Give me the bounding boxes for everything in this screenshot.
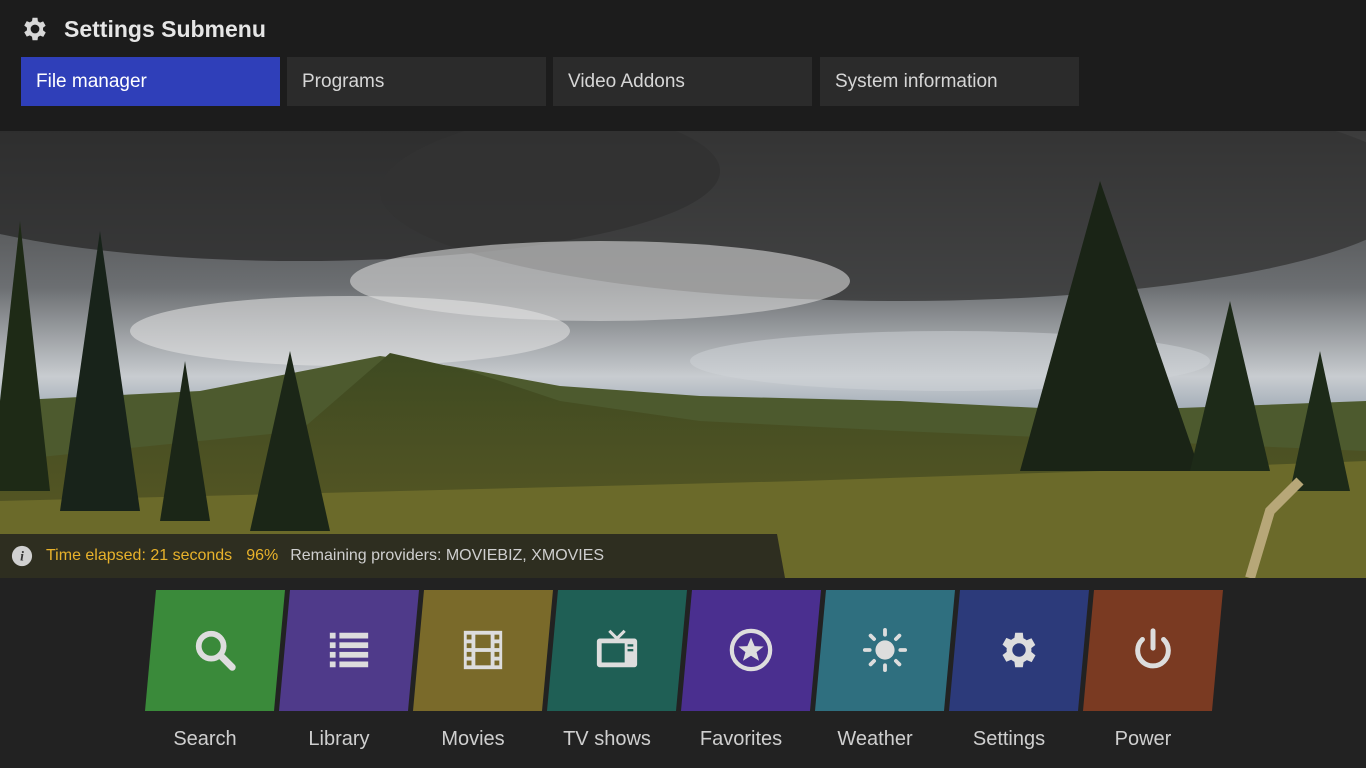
nav-weather[interactable]: [815, 590, 955, 711]
nav-label-library: Library: [308, 728, 370, 750]
remaining-providers-text: Remaining providers: MOVIEBIZ, XMOVIES: [290, 547, 605, 564]
background-landscape-image: [0, 131, 1366, 578]
tab-file-manager[interactable]: File manager: [21, 57, 280, 106]
tab-label: File manager: [36, 70, 147, 92]
page-title: Settings Submenu: [64, 15, 266, 42]
film-icon: [463, 630, 503, 670]
title-row: Settings Submenu: [20, 12, 266, 46]
nav-label-movies: Movies: [441, 728, 505, 750]
search-icon: [195, 630, 236, 671]
tab-label: Video Addons: [568, 70, 685, 92]
nav-label-favorites: Favorites: [699, 728, 783, 750]
gear-icon: [1002, 632, 1036, 668]
main-menu: Search Library Movies TV shows Favorites…: [0, 578, 1366, 768]
nav-movies[interactable]: [413, 590, 553, 711]
tv-icon: [596, 629, 638, 668]
power-icon: [1135, 628, 1171, 669]
progress-percent: 96%: [246, 547, 279, 564]
sun-icon: [862, 627, 908, 673]
nav-label-power: Power: [1114, 728, 1172, 750]
svg-text:i: i: [20, 549, 24, 564]
time-elapsed-text: Time elapsed: 21 seconds: [46, 547, 233, 564]
star-icon: [729, 628, 773, 672]
nav-label-weather: Weather: [837, 728, 913, 750]
tab-programs[interactable]: Programs: [287, 57, 546, 106]
nav-search[interactable]: [145, 590, 285, 711]
tab-system-information[interactable]: System information: [820, 57, 1079, 106]
list-icon: [329, 632, 369, 668]
header: Settings Submenu File manager Programs V…: [0, 0, 1366, 131]
info-icon: i: [11, 545, 33, 567]
nav-library[interactable]: [279, 590, 419, 711]
progress-info-bar: i Time elapsed: 21 seconds 96% Remaining…: [0, 534, 785, 578]
nav-settings[interactable]: [949, 590, 1089, 711]
tab-label: System information: [835, 70, 998, 92]
nav-tv-shows[interactable]: [547, 590, 687, 711]
nav-label-search: Search: [173, 728, 237, 750]
nav-power[interactable]: [1083, 590, 1223, 711]
nav-label-tv-shows: TV shows: [563, 728, 651, 750]
nav-label-settings: Settings: [972, 728, 1046, 750]
gear-icon: [24, 17, 46, 41]
tab-video-addons[interactable]: Video Addons: [553, 57, 812, 106]
nav-favorites[interactable]: [681, 590, 821, 711]
tab-label: Programs: [302, 70, 385, 92]
